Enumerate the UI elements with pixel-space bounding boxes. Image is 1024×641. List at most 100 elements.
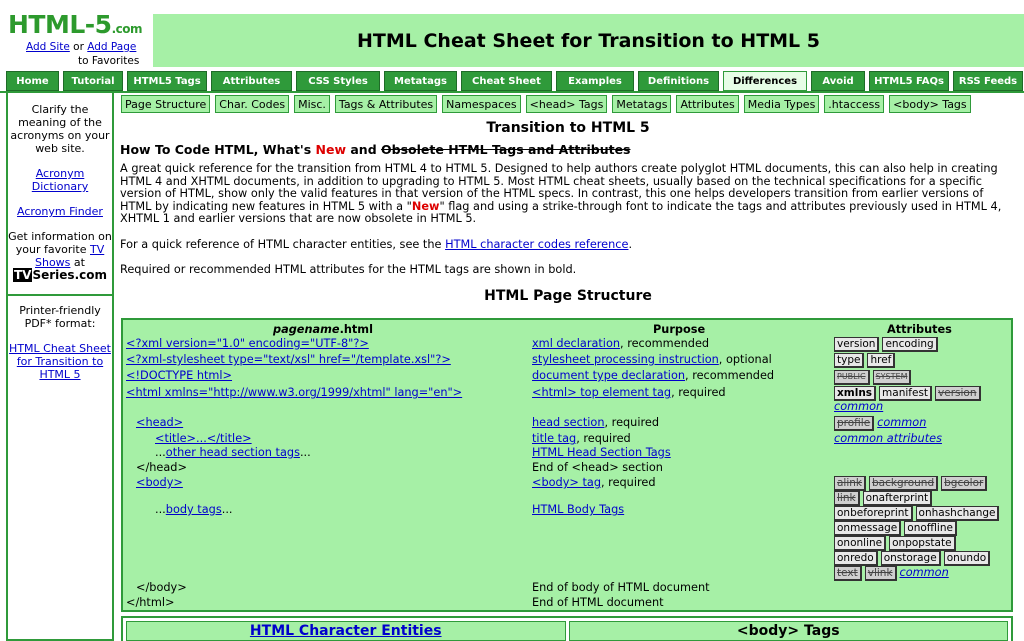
title-tag-link[interactable]: title tag (532, 432, 576, 445)
subnav-tags-attributes[interactable]: Tags & Attributes (334, 95, 438, 113)
subnav-misc[interactable]: Misc. (294, 95, 330, 113)
code-head-tag[interactable]: <head> (136, 416, 183, 429)
pdf-cheat-sheet-link[interactable]: HTML Cheat Sheet for Transition to HTML … (9, 342, 111, 381)
attr-xmlns[interactable]: xmlns (834, 386, 877, 401)
subnav-media-types[interactable]: Media Types (743, 95, 820, 113)
attr-onbeforeprint[interactable]: onbeforeprint (834, 506, 913, 521)
attr-version-obsolete[interactable]: version (935, 386, 981, 401)
nav-home[interactable]: Home (6, 71, 59, 91)
nav-cheat-sheet[interactable]: Cheat Sheet (461, 71, 552, 91)
attr-type[interactable]: type (834, 353, 865, 368)
attr-profile[interactable]: profile (834, 416, 875, 431)
attr-onmessage[interactable]: onmessage (834, 521, 902, 536)
nav-rss-feeds[interactable]: RSS Feeds (953, 71, 1023, 91)
code-xml-declaration[interactable]: <?xml version="1.0" encoding="UTF-8"?> (126, 337, 369, 350)
subnav-char-codes[interactable]: Char. Codes (215, 95, 290, 113)
doctype-declaration-link[interactable]: document type declaration (532, 369, 685, 382)
attr-public[interactable]: PUBLIC (834, 370, 870, 385)
other-head-tags-link[interactable]: other head section tags (166, 446, 300, 459)
purpose-body-end: End of body of HTML document (532, 581, 710, 594)
code-html-close: </html> (126, 596, 175, 609)
code-html-tag[interactable]: <html xmlns="http://www.w3.org/1999/xhtm… (126, 386, 462, 399)
attr-onstorage[interactable]: onstorage (880, 551, 941, 566)
acronym-finder-link[interactable]: Acronym Finder (17, 205, 103, 218)
code-body-tag[interactable]: <body> (136, 476, 183, 489)
attr-onhashchange[interactable]: onhashchange (915, 506, 1000, 521)
code-doctype[interactable]: <!DOCTYPE html> (126, 369, 232, 382)
section-title: Transition to HTML 5 (486, 120, 650, 136)
body-tags-link[interactable]: body tags (166, 503, 222, 516)
xml-declaration-link[interactable]: xml declaration (532, 337, 620, 350)
subnav-metatags[interactable]: Metatags (612, 95, 672, 113)
attr-text[interactable]: text (834, 566, 862, 581)
subnav-namespaces[interactable]: Namespaces (442, 95, 521, 113)
purpose-html: <html> top element tag, required (532, 386, 726, 399)
sidebar-printer-text: Printer-friendly PDF* format: (19, 304, 101, 330)
page-structure-table: pagename.html Purpose Attributes <?xml v… (121, 318, 1013, 612)
code-xml-stylesheet[interactable]: <?xml-stylesheet type="text/xsl" href="/… (126, 353, 451, 366)
favorites-text: to Favorites (78, 55, 140, 67)
subnav-page-structure[interactable]: Page Structure (121, 95, 211, 113)
subnav-attributes[interactable]: Attributes (676, 95, 739, 113)
attr-onpopstate[interactable]: onpopstate (889, 536, 956, 551)
nav-html5-faqs[interactable]: HTML5 FAQs (869, 71, 949, 91)
common-attr-link-3[interactable]: common (900, 566, 949, 579)
nav-examples[interactable]: Examples (556, 71, 634, 91)
head-section-tags-link[interactable]: HTML Head Section Tags (532, 446, 671, 459)
purpose-head-end: End of <head> section (532, 461, 663, 474)
subnav-body-tags[interactable]: <body> Tags (889, 95, 971, 113)
code-other-head: ...other head section tags... (155, 446, 311, 459)
head-section-link[interactable]: head section (532, 416, 604, 429)
nav-metatags[interactable]: Metatags (384, 71, 457, 91)
attr-onafterprint[interactable]: onafterprint (862, 491, 933, 506)
attr-background[interactable]: background (869, 476, 939, 491)
nav-tutorial[interactable]: Tutorial (63, 71, 123, 91)
common-attr-link[interactable]: common (834, 400, 883, 413)
attr-vlink[interactable]: vlink (864, 566, 897, 581)
header-purpose: Purpose (653, 323, 706, 336)
add-site-link[interactable]: Add Site (26, 41, 70, 53)
body-tag-link[interactable]: <body> tag (532, 476, 601, 489)
purpose-xml: xml declaration, recommended (532, 337, 710, 350)
attr-href[interactable]: href (867, 353, 896, 368)
attr-manifest[interactable]: manifest (879, 386, 933, 401)
attr-version[interactable]: version (834, 337, 880, 352)
nav-avoid[interactable]: Avoid (811, 71, 865, 91)
attr-onundo[interactable]: onundo (943, 551, 991, 566)
attr-encoding[interactable]: encoding (882, 337, 938, 352)
attr-ononline[interactable]: ononline (834, 536, 887, 551)
common-attributes-link[interactable]: common attributes (834, 432, 942, 445)
page-structure-title: HTML Page Structure (484, 287, 652, 304)
purpose-xsl: stylesheet processing instruction, optio… (532, 353, 772, 366)
logo-brand[interactable]: HTML-5.com (8, 10, 142, 39)
subnav-htaccess[interactable]: .htaccess (824, 95, 885, 113)
acronym-dictionary-link[interactable]: Acronym Dictionary (32, 167, 88, 193)
char-codes-paragraph: For a quick reference of HTML character … (120, 237, 633, 251)
add-page-link[interactable]: Add Page (87, 41, 136, 53)
nav-css-styles[interactable]: CSS Styles (296, 71, 380, 91)
site-logo: HTML-5.com Add Site or Add Page to Favor… (0, 0, 152, 68)
required-note: Required or recommended HTML attributes … (120, 263, 577, 276)
attr-alink[interactable]: alink (834, 476, 867, 491)
char-entities-link[interactable]: HTML Character Entities (250, 623, 442, 639)
nav-definitions[interactable]: Definitions (638, 71, 719, 91)
attr-onoffline[interactable]: onoffline (904, 521, 957, 536)
common-attr-link-2[interactable]: common (877, 416, 926, 429)
attr-bgcolor[interactable]: bgcolor (941, 476, 988, 491)
code-title-tag[interactable]: <title>...</title> (155, 432, 252, 445)
html-top-element-link[interactable]: <html> top element tag (532, 386, 671, 399)
attr-onredo[interactable]: onredo (834, 551, 878, 566)
code-body-close: </body> (136, 581, 187, 594)
tvseries-logo[interactable]: TVSeries.com (13, 268, 107, 282)
nav-html5-tags[interactable]: HTML5 Tags (127, 71, 207, 91)
subnav-head-tags[interactable]: <head> Tags (525, 95, 608, 113)
html-body-tags-link[interactable]: HTML Body Tags (532, 503, 624, 516)
bottom-section-headers: HTML Character Entities <body> Tags (121, 616, 1013, 641)
attr-system[interactable]: SYSTEM (872, 370, 912, 385)
nav-attributes[interactable]: Attributes (211, 71, 292, 91)
stylesheet-instruction-link[interactable]: stylesheet processing instruction (532, 353, 719, 366)
nav-differences[interactable]: Differences (723, 71, 807, 91)
logo-links: Add Site or Add Page (26, 41, 136, 53)
attr-link[interactable]: link (834, 491, 860, 506)
char-codes-link[interactable]: HTML character codes reference (445, 238, 628, 251)
